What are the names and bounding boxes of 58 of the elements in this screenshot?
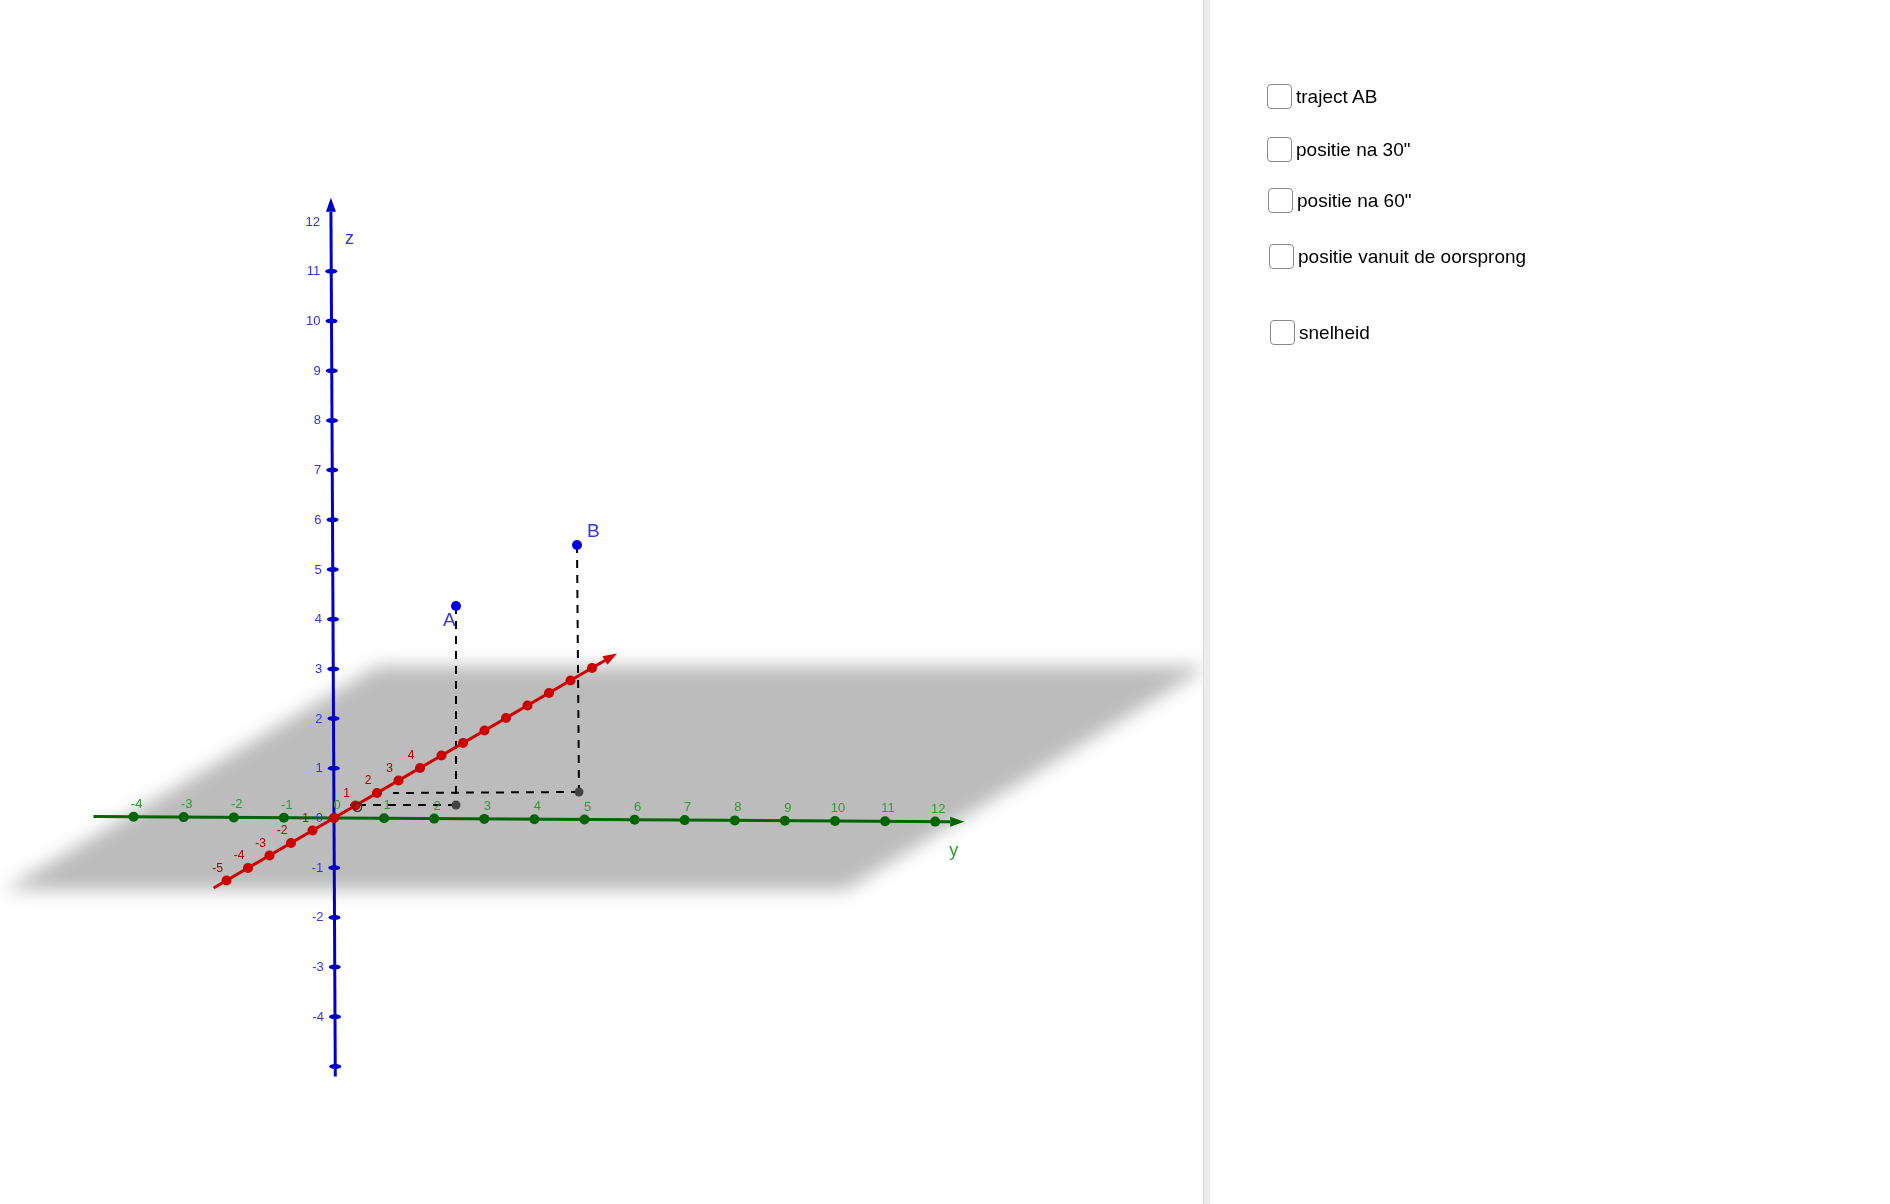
tick-label: 6 (634, 798, 642, 814)
checkbox-label[interactable]: positie na 60" (1297, 189, 1412, 212)
point[interactable] (572, 540, 582, 550)
tick-label: 3 (483, 797, 491, 813)
tick-label: 2 (315, 710, 323, 726)
axis-label: z (344, 227, 354, 248)
tick-label: 8 (313, 412, 321, 428)
tick-label: 9 (313, 362, 321, 378)
tick-label: 7 (684, 799, 692, 815)
tick-label: -2 (311, 909, 324, 925)
checkbox[interactable] (1268, 188, 1293, 213)
tick-label: 2 (364, 773, 372, 787)
tick-label: 4 (314, 611, 322, 627)
checkbox[interactable] (1267, 84, 1292, 109)
tick-label: 1 (315, 760, 323, 776)
checkbox[interactable] (1269, 244, 1294, 269)
checkbox-label[interactable]: snelheid (1299, 321, 1370, 344)
tick-label: 3 (315, 660, 323, 676)
point-label: B (587, 520, 600, 541)
tick-label: 11 (881, 800, 895, 816)
tick-label: -4 (130, 795, 143, 811)
axis-label: y (949, 839, 959, 860)
tick-label: 5 (583, 798, 592, 814)
tick-label: 8 (734, 799, 742, 815)
tick-label: 12 (930, 800, 946, 816)
tick-label: 3 (386, 760, 393, 775)
tick-label: -2 (231, 796, 243, 812)
tick-label: 4 (533, 798, 541, 814)
tick-label: -4 (233, 848, 245, 862)
checkbox-label[interactable]: positie na 30" (1296, 138, 1411, 161)
checkbox[interactable] (1267, 137, 1292, 162)
projection-point (451, 800, 461, 810)
tick-label: 1 (343, 785, 350, 800)
tick-label: 7 (314, 462, 322, 478)
point-label: A (443, 609, 456, 630)
tick-label: 5 (314, 561, 322, 577)
tick-label: 1 (383, 797, 391, 813)
tick-label: 12 (305, 213, 320, 229)
tick-label: 10 (306, 313, 321, 328)
tick-label: -3 (180, 796, 193, 812)
tick-label: -5 (212, 860, 223, 875)
point[interactable] (451, 601, 461, 611)
tick-label: -3 (255, 835, 266, 850)
projection-point (574, 787, 584, 797)
tick-label: -2 (276, 823, 288, 837)
tick-label: -1 (311, 859, 324, 875)
tick-label: 4 (407, 748, 415, 762)
tick-label: 10 (830, 800, 846, 815)
tick-label: 6 (314, 511, 322, 527)
checkbox-label[interactable]: positie vanuit de oorsprong (1298, 245, 1527, 268)
tick-label: 9 (784, 799, 792, 815)
checkbox-label[interactable]: traject AB (1296, 85, 1378, 108)
tick-label: -1 (298, 810, 309, 825)
tick-label: 11 (306, 263, 321, 279)
tick-label: -3 (312, 959, 324, 975)
tick-label: -4 (312, 1008, 324, 1024)
tick-label: -1 (281, 796, 293, 812)
checkbox[interactable] (1270, 320, 1295, 345)
